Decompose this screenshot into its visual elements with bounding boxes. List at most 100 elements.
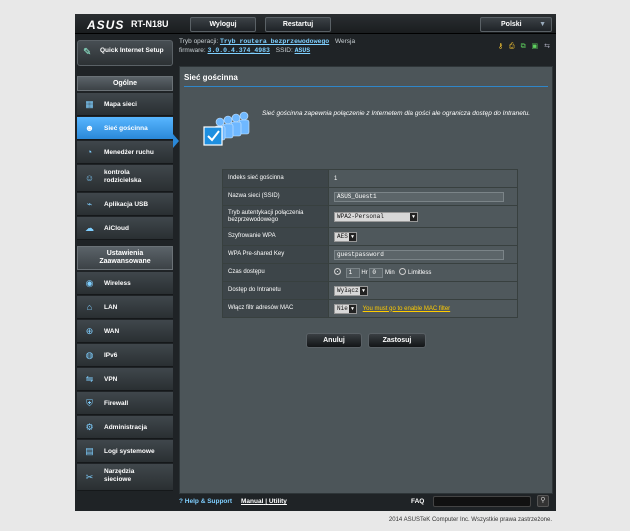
lock-status-icon[interactable]: ▣ bbox=[532, 43, 539, 50]
firmware-link[interactable]: 3.0.0.4.374_4983 bbox=[208, 47, 270, 54]
admin-icon: ⚙ bbox=[85, 422, 94, 432]
sidebar-item-label: Aplikacja USB bbox=[104, 201, 149, 208]
faq-search-input[interactable] bbox=[433, 496, 531, 507]
status-icons: ⚷ ⎙ ⧉ ▣ ⇆ bbox=[494, 42, 550, 51]
key-icon[interactable]: ⚷ bbox=[498, 43, 503, 50]
cloud-icon: ☁ bbox=[85, 223, 94, 233]
version-label: Wersja bbox=[334, 38, 356, 45]
sidebar-item-ipv6[interactable]: ◍ IPv6 bbox=[77, 344, 173, 367]
language-value: Polski bbox=[501, 21, 522, 28]
restart-button[interactable]: Restartuj bbox=[265, 17, 331, 32]
mac-filter-select[interactable]: Nie ▼ bbox=[334, 303, 357, 314]
chevron-down-icon: ▼ bbox=[349, 304, 356, 313]
hours-input[interactable]: 1 bbox=[345, 267, 360, 278]
table-row: Nazwa sieci (SSID) ASUS_Guest1 bbox=[222, 187, 518, 206]
chevron-down-icon: ▼ bbox=[349, 232, 356, 241]
chevron-down-icon: ▼ bbox=[410, 212, 417, 221]
sidebar-item-aicloud[interactable]: ☁ AiCloud bbox=[77, 217, 173, 240]
sidebar-item-parental-control[interactable]: ☺ kontrola rodzicielska bbox=[77, 165, 173, 192]
sidebar-item-label: WAN bbox=[104, 328, 120, 335]
sidebar-item-label: AiCloud bbox=[104, 225, 129, 232]
sidebar-item-vpn[interactable]: ⇋ VPN bbox=[77, 368, 173, 391]
sidebar-item-label: Logi systemowe bbox=[104, 448, 155, 455]
logout-button[interactable]: Wyloguj bbox=[190, 17, 256, 32]
wpa-encryption-select[interactable]: AES ▼ bbox=[334, 231, 357, 242]
access-time-limited-radio[interactable] bbox=[334, 268, 341, 276]
footer-bar: ? Help & Support Manual | Utility FAQ ⚲ bbox=[179, 495, 556, 509]
help-support-label: Help & Support bbox=[184, 498, 233, 505]
sidebar-item-wan[interactable]: ⊕ WAN bbox=[77, 320, 173, 343]
index-label: Indeks sieć gościnna bbox=[222, 169, 329, 188]
ssid-label: SSID: bbox=[275, 47, 293, 54]
sidebar-item-usb-application[interactable]: ⌁ Aplikacja USB bbox=[77, 193, 173, 216]
psk-label: WPA Pre-shared Key bbox=[222, 245, 329, 264]
help-support-link[interactable]: ? Help & Support bbox=[179, 498, 232, 505]
minutes-input[interactable]: 0 bbox=[369, 267, 384, 278]
general-section-header: Ogólne bbox=[77, 76, 173, 91]
guest-network-illustration-icon bbox=[203, 111, 250, 146]
auth-mode-value: WPA2-Personal bbox=[337, 212, 384, 220]
vpn-icon: ⇋ bbox=[85, 374, 94, 384]
sidebar-item-guest-network[interactable]: ☻ Sieć gościnna bbox=[77, 117, 173, 140]
psk-input[interactable]: guestpassword bbox=[334, 249, 504, 260]
language-select[interactable]: Polski ▼ bbox=[480, 17, 552, 32]
lan-icon: ⌂ bbox=[86, 302, 93, 312]
search-icon[interactable]: ⚲ bbox=[537, 495, 549, 507]
ssid-input[interactable]: ASUS_Guest1 bbox=[334, 191, 504, 202]
wireless-icon: ◉ bbox=[85, 278, 94, 288]
sidebar-item-lan[interactable]: ⌂ LAN bbox=[77, 296, 173, 319]
footer-links: Manual | Utility bbox=[241, 498, 287, 505]
traffic-manager-icon: ◔ bbox=[86, 147, 93, 157]
sidebar-item-firewall[interactable]: ⛨ Firewall bbox=[77, 392, 173, 415]
sidebar-item-network-tools[interactable]: ✂ Narzędzia sieciowe bbox=[77, 464, 173, 491]
mac-filter-label: Włącz filtr adresów MAC bbox=[222, 299, 329, 318]
printer-icon[interactable]: ⎙ bbox=[509, 43, 515, 50]
sidebar-item-administration[interactable]: ⚙ Administracja bbox=[77, 416, 173, 439]
limitless-label: Limitless bbox=[408, 269, 432, 276]
sidebar-item-wireless[interactable]: ◉ Wireless bbox=[77, 272, 173, 295]
page-title: Sieć gościnna bbox=[184, 73, 238, 82]
apply-button[interactable]: Zastosuj bbox=[368, 333, 426, 348]
table-row: Tryb autentykacji połączenia bezprzewodo… bbox=[222, 205, 518, 228]
guest-network-icon: ☻ bbox=[84, 123, 95, 133]
sidebar-item-label: Narzędzia sieciowe bbox=[104, 468, 135, 483]
page-description: Sieć gościnna zapewnia połączenie z Inte… bbox=[262, 110, 531, 117]
sidebar-item-network-map[interactable]: ▦ Mapa sieci bbox=[77, 93, 173, 116]
utility-link[interactable]: Utility bbox=[269, 498, 287, 505]
chevron-down-icon: ▼ bbox=[360, 286, 367, 295]
auth-mode-select[interactable]: WPA2-Personal ▼ bbox=[334, 211, 418, 222]
firmware-label: firmware: bbox=[179, 47, 206, 54]
access-time-limitless-radio[interactable] bbox=[399, 268, 407, 276]
hours-unit: Hr bbox=[361, 269, 368, 276]
ssid-link[interactable]: ASUS bbox=[295, 47, 311, 54]
operation-mode-link[interactable]: Tryb routera bezprzewodowego bbox=[220, 38, 329, 45]
quick-internet-setup-button[interactable]: ✎ Quick Internet Setup bbox=[77, 40, 173, 66]
faq-label: FAQ bbox=[411, 498, 425, 505]
usb-status-icon[interactable]: ⇆ bbox=[544, 43, 550, 50]
cancel-button[interactable]: Anuluj bbox=[306, 333, 362, 348]
footer-separator: | bbox=[265, 498, 268, 505]
auth-mode-label: Tryb autentykacji połączenia bezprzewodo… bbox=[222, 205, 329, 228]
access-time-label: Czas dostępu bbox=[222, 263, 329, 282]
sidebar-item-label: Administracja bbox=[104, 424, 147, 431]
wpa-encryption-value: AES bbox=[337, 232, 348, 240]
sidebar-item-system-log[interactable]: ▤ Logi systemowe bbox=[77, 440, 173, 463]
sidebar-item-label: VPN bbox=[104, 376, 118, 383]
minutes-unit: Min bbox=[385, 269, 395, 276]
manual-link[interactable]: Manual bbox=[241, 498, 263, 505]
sidebar-item-label: IPv6 bbox=[104, 352, 118, 359]
ipv6-icon: ◍ bbox=[85, 350, 94, 360]
network-status-icon[interactable]: ⧉ bbox=[521, 43, 526, 50]
router-model: RT-N18U bbox=[131, 19, 169, 29]
copyright-text: 2014 ASUSTeK Computer Inc. Wszystkie pra… bbox=[388, 517, 552, 523]
sidebar-item-traffic-manager[interactable]: ◔ Menedżer ruchu bbox=[77, 141, 173, 164]
enable-mac-filter-link[interactable]: You must go to enable MAC filter bbox=[363, 306, 451, 312]
operation-mode-label: Tryb operacji: bbox=[179, 38, 219, 45]
sidebar-item-label: LAN bbox=[104, 304, 118, 311]
intranet-access-label: Dostęp do Intranetu bbox=[222, 281, 329, 300]
sidebar-item-label: Wireless bbox=[104, 280, 131, 287]
ssid-field-label: Nazwa sieci (SSID) bbox=[222, 187, 329, 206]
intranet-access-select[interactable]: Wyłącz ▼ bbox=[334, 285, 368, 296]
sidebar-item-label: Menedżer ruchu bbox=[104, 149, 154, 156]
intranet-access-value: Wyłącz bbox=[337, 286, 359, 294]
